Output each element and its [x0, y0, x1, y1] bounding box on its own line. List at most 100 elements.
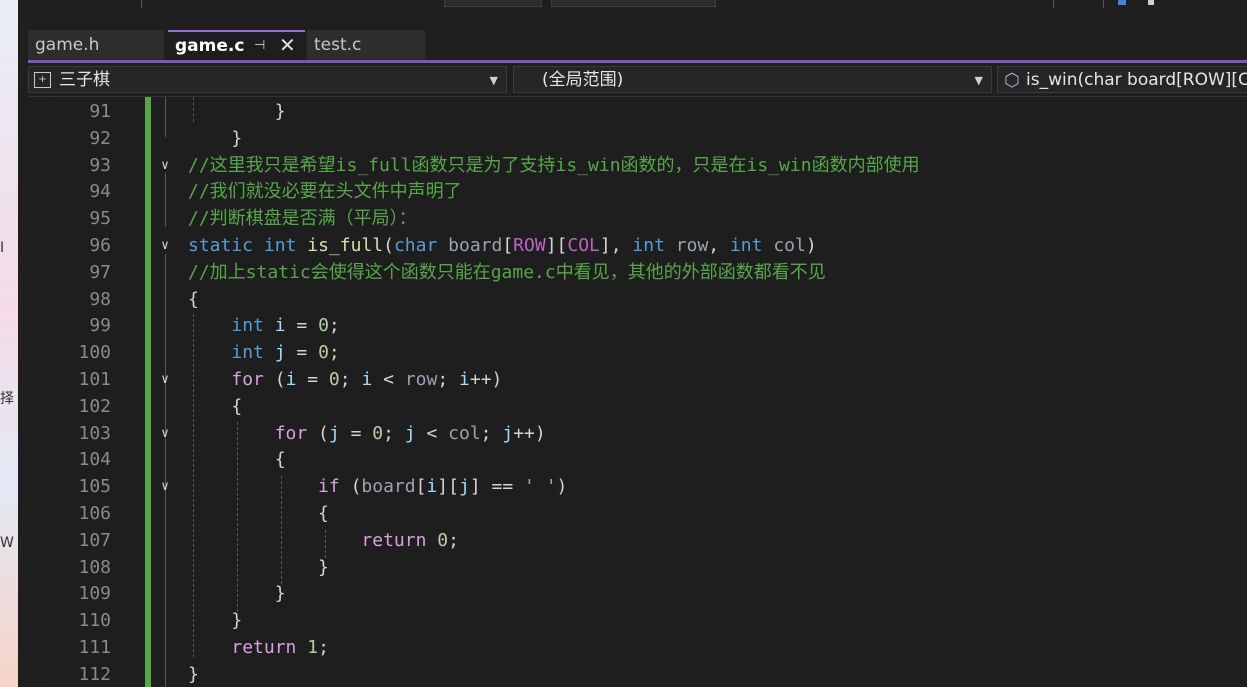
code-line[interactable]: 109 } — [28, 580, 1247, 607]
line-number: 105 — [78, 476, 111, 498]
code-text: //判断棋盘是否满（平局）： — [188, 208, 417, 230]
line-number: 91 — [89, 101, 111, 122]
member-label: is_win(char board[ROW][C — [1026, 70, 1247, 90]
code-line[interactable]: 93 ∨ //这里我只是希望is_full函数只是为了支持is_win函数的，只是在… — [28, 152, 1247, 179]
desktop-label-fragment: 择 — [0, 391, 14, 407]
tab-game-h[interactable]: game.h — [28, 30, 164, 60]
line-number: 96 — [89, 235, 111, 256]
code-text: } — [188, 583, 286, 605]
code-line[interactable]: 91 } — [28, 98, 1247, 125]
code-line[interactable]: 95 //判断棋盘是否满（平局）： — [28, 205, 1247, 232]
code-text: } — [188, 556, 329, 578]
code-line[interactable]: 105 ∨ if (board[i][j] == ' ') — [28, 473, 1247, 500]
document-tab-bar: game.h game.c ⊣ ✕ test.c — [28, 28, 1247, 60]
navigation-bar: + 三子棋 ▼ (全局范围) ▼ ⬡ is_win(char board[ROW… — [28, 63, 1247, 97]
code-line[interactable]: 99 int i = 0; — [28, 312, 1247, 339]
code-text: } — [188, 663, 199, 685]
member-dropdown[interactable]: ⬡ is_win(char board[ROW][C — [997, 66, 1247, 93]
close-icon[interactable]: ✕ — [279, 31, 296, 59]
line-number: 97 — [89, 261, 111, 283]
scope-dropdown[interactable]: (全局范围) ▼ — [513, 66, 992, 93]
project-icon: + — [34, 72, 51, 88]
code-line[interactable]: 108 } — [28, 554, 1247, 581]
line-number: 92 — [89, 127, 111, 149]
code-text: //这里我只是希望is_full函数只是为了支持is_win函数的，只是在is_… — [188, 154, 920, 176]
toolbar-dropdown[interactable] — [551, 0, 716, 7]
code-line[interactable]: 94 //我们就没必要在头文件中声明了 — [28, 178, 1247, 205]
code-text: return 1; — [231, 637, 329, 658]
code-text: if (board[i][j] == ' ') — [318, 476, 568, 498]
code-text: { — [188, 503, 329, 524]
line-number: 95 — [89, 208, 111, 230]
line-number: 99 — [89, 315, 111, 337]
code-text: //加上static会使得这个函数只能在game.c中看见，其他的外部函数都看不… — [188, 261, 826, 283]
project-label: 三子棋 — [59, 70, 110, 90]
code-line[interactable]: 104 { — [28, 446, 1247, 473]
code-line[interactable]: 92 } — [28, 125, 1247, 152]
collapse-chevron-icon[interactable]: ∨ — [155, 473, 175, 500]
line-number: 112 — [78, 663, 111, 685]
line-number: 109 — [78, 583, 111, 605]
code-text: } — [188, 610, 243, 632]
code-text: { — [188, 395, 243, 417]
line-number: 93 — [89, 154, 111, 176]
toolbar-icon[interactable] — [1148, 0, 1154, 5]
toolbar-separator — [1053, 0, 1054, 8]
line-number: 103 — [78, 422, 111, 444]
chevron-down-icon: ▼ — [489, 74, 498, 87]
tab-game-c[interactable]: game.c ⊣ ✕ — [168, 30, 305, 60]
line-number: 98 — [89, 288, 111, 310]
line-number: 110 — [78, 610, 111, 632]
code-line[interactable]: 97 //加上static会使得这个函数只能在game.c中看见，其他的外部函数都… — [28, 259, 1247, 286]
toolbar-separator — [141, 0, 142, 8]
project-dropdown[interactable]: + 三子棋 ▼ — [28, 66, 507, 93]
line-number: 111 — [78, 637, 111, 658]
line-number: 102 — [78, 395, 111, 417]
code-text: for (j = 0; j < col; j++) — [274, 422, 546, 444]
collapse-chevron-icon[interactable]: ∨ — [155, 420, 175, 447]
code-line[interactable]: 103 ∨ for (j = 0; j < col; j++) — [28, 420, 1247, 447]
toolbar-dropdown[interactable] — [444, 0, 542, 7]
code-editor[interactable]: 91 } 92 } 93 ∨//这里我只是希望is_full函数只是为了支持is_wi… — [28, 97, 1247, 687]
code-text: } — [188, 127, 243, 149]
tab-label: game.h — [35, 35, 100, 55]
code-text: { — [188, 449, 286, 471]
code-text: return 0; — [361, 529, 459, 551]
collapse-chevron-icon[interactable]: ∨ — [155, 232, 175, 259]
line-number: 107 — [78, 529, 111, 551]
tab-label: game.c — [175, 36, 245, 56]
line-number: 106 — [78, 503, 111, 524]
collapse-chevron-icon[interactable]: ∨ — [155, 152, 175, 179]
code-text: //我们就没必要在头文件中声明了 — [188, 181, 462, 203]
code-line[interactable]: 106 { — [28, 500, 1247, 527]
code-line[interactable]: 100 int j = 0; — [28, 339, 1247, 366]
code-line[interactable]: 112} — [28, 661, 1247, 687]
desktop-background-strip: I 择 W — [0, 0, 18, 687]
cube-icon: ⬡ — [1004, 70, 1020, 91]
code-text: static int is_full(char board[ROW][COL],… — [188, 235, 817, 256]
desktop-label-fragment: W — [0, 535, 14, 551]
line-number: 100 — [78, 342, 111, 364]
code-line[interactable]: 111 return 1; — [28, 634, 1247, 661]
toolbar-separator — [1103, 0, 1104, 8]
code-text: for (i = 0; i < row; i++) — [231, 369, 503, 390]
code-line[interactable]: 96 ∨ static int is_full(char board[ROW][CO… — [28, 232, 1247, 259]
chevron-down-icon: ▼ — [974, 74, 983, 87]
line-number: 94 — [89, 181, 111, 203]
code-line[interactable]: 107 return 0; — [28, 527, 1247, 554]
code-text: } — [188, 101, 286, 122]
toolbar-icon[interactable] — [1118, 0, 1126, 5]
main-toolbar — [18, 0, 1247, 28]
code-text: { — [188, 288, 199, 310]
code-line[interactable]: 98 { — [28, 286, 1247, 313]
code-line[interactable]: 102 { — [28, 393, 1247, 420]
code-line[interactable]: 101 ∨ for (i = 0; i < row; i++) — [28, 366, 1247, 393]
pin-icon[interactable]: ⊣ — [254, 32, 265, 60]
code-text: int j = 0; — [231, 342, 340, 364]
scope-label: (全局范围) — [542, 70, 624, 90]
code-line[interactable]: 110 } — [28, 607, 1247, 634]
collapse-chevron-icon[interactable]: ∨ — [155, 366, 175, 393]
code-text: int i = 0; — [231, 315, 340, 337]
tab-test-c[interactable]: test.c — [307, 30, 425, 60]
line-number: 101 — [78, 369, 111, 390]
